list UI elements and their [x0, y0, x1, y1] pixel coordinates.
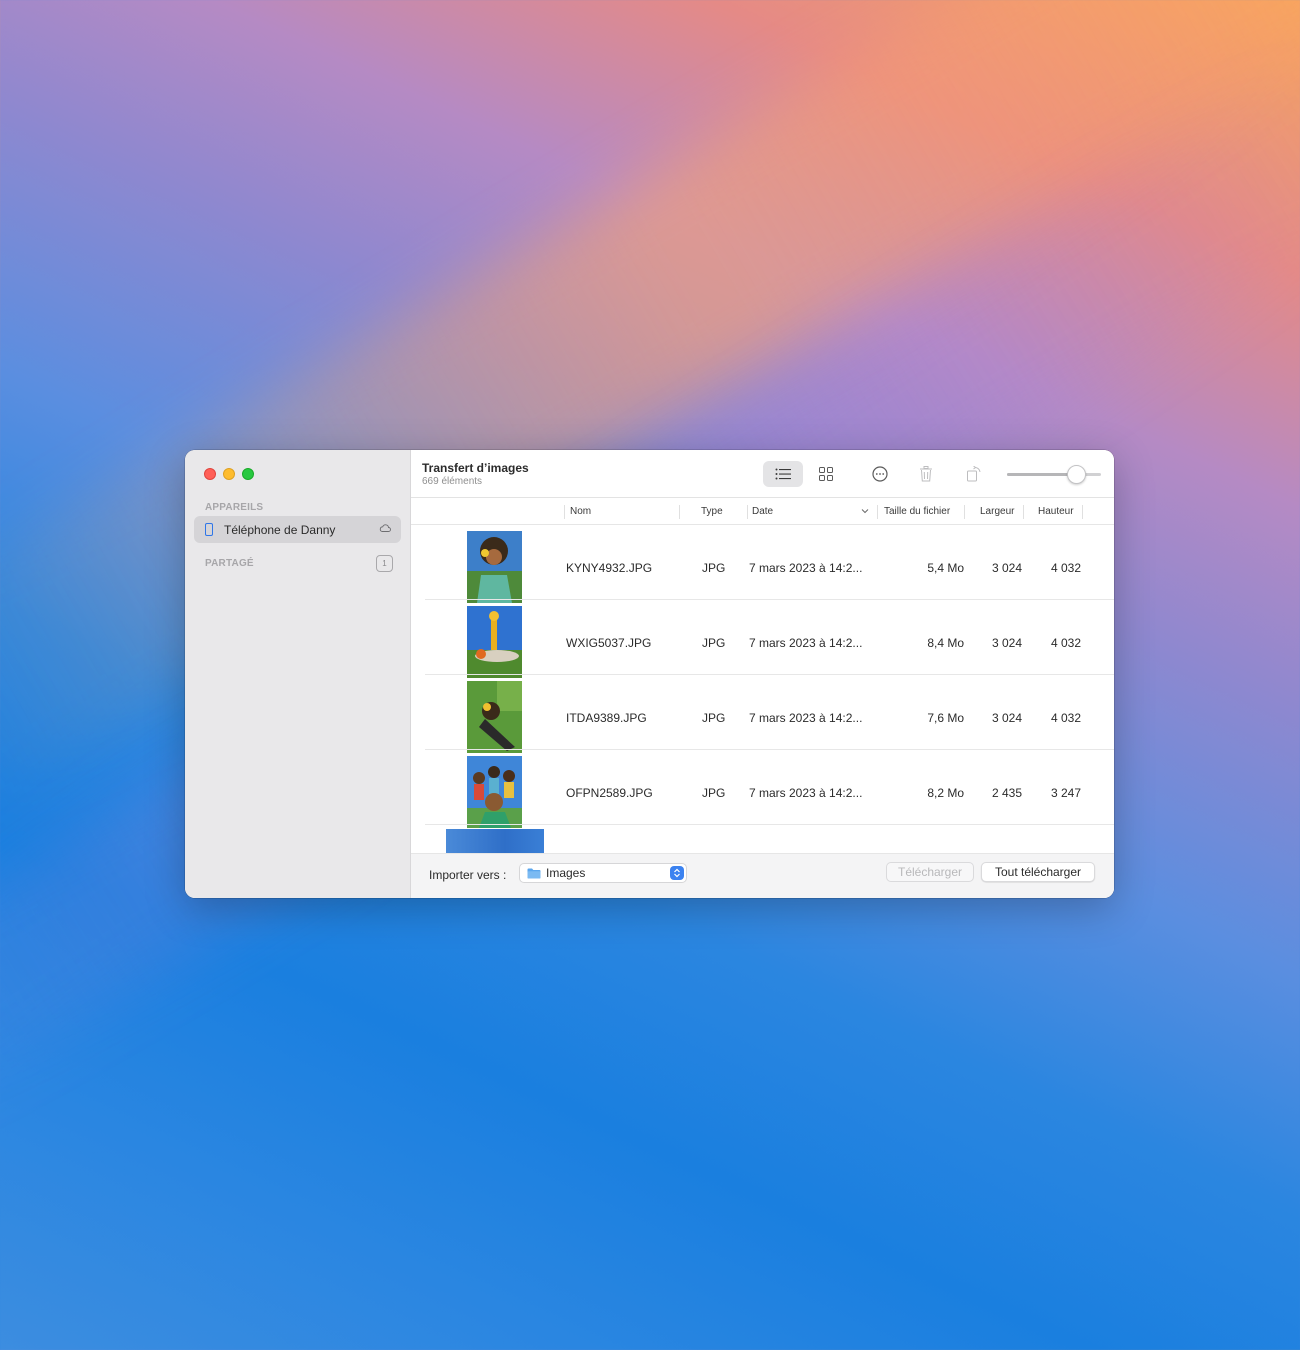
column-separator — [747, 505, 748, 519]
image-height: 4 032 — [1050, 636, 1081, 650]
toolbar: Transfert d’images 669 éléments — [411, 450, 1114, 498]
file-size: 5,4 Mo — [927, 561, 964, 575]
list-icon — [775, 468, 791, 480]
column-separator — [1023, 505, 1024, 519]
image-width: 3 024 — [991, 561, 1022, 575]
image-width: 3 024 — [991, 636, 1022, 650]
file-type: JPG — [702, 561, 726, 575]
file-type: JPG — [702, 786, 726, 800]
import-bar: Importer vers : Images Télécharger Tout … — [411, 853, 1114, 898]
table-row[interactable]: OFPN2589.JPG JPG 7 mars 2023 à 14:2... 8… — [411, 750, 1114, 828]
download-button[interactable]: Télécharger — [886, 862, 974, 882]
file-date: 7 mars 2023 à 14:2... — [749, 561, 863, 575]
list-view-button[interactable] — [763, 461, 803, 487]
zoom-button[interactable] — [242, 468, 254, 480]
grid-icon — [819, 467, 833, 481]
column-header-height[interactable]: Hauteur — [1038, 506, 1074, 517]
cloud-icon — [379, 524, 391, 532]
file-date: 7 mars 2023 à 14:2... — [749, 636, 863, 650]
table-row[interactable]: WXIG5037.JPG JPG 7 mars 2023 à 14:2... 8… — [411, 600, 1114, 678]
image-height: 4 032 — [1050, 711, 1081, 725]
slider-thumb[interactable] — [1067, 465, 1087, 484]
photo-thumbnail[interactable] — [467, 531, 522, 603]
file-size: 8,4 Mo — [927, 636, 964, 650]
column-separator — [877, 505, 878, 519]
table-header: Nom Type Date Taille du fichier Largeur … — [411, 499, 1114, 525]
chevron-down-icon — [861, 509, 869, 514]
device-name: Téléphone de Danny — [224, 522, 336, 537]
minimize-button[interactable] — [223, 468, 235, 480]
file-name: ITDA9389.JPG — [566, 711, 647, 725]
devices-section-header: APPAREILS — [205, 502, 264, 513]
row-divider — [425, 824, 1114, 825]
file-size: 7,6 Mo — [927, 711, 964, 725]
image-width: 3 024 — [991, 711, 1022, 725]
column-header-name[interactable]: Nom — [570, 506, 591, 517]
rotate-button[interactable] — [961, 461, 987, 487]
folder-icon — [527, 868, 541, 878]
image-height: 4 032 — [1050, 561, 1081, 575]
file-type: JPG — [702, 711, 726, 725]
file-name: WXIG5037.JPG — [566, 636, 652, 650]
window-controls — [204, 468, 254, 480]
shared-count-badge[interactable]: 1 — [376, 555, 393, 572]
rotate-icon — [967, 466, 981, 482]
column-separator — [1082, 505, 1083, 519]
column-header-type[interactable]: Type — [701, 506, 723, 517]
table-row[interactable]: ITDA9389.JPG JPG 7 mars 2023 à 14:2... 7… — [411, 675, 1114, 753]
item-count: 669 éléments — [422, 476, 483, 487]
column-header-width[interactable]: Largeur — [980, 506, 1014, 517]
more-button[interactable] — [867, 461, 893, 487]
table-row[interactable]: KYNY4932.JPG JPG 7 mars 2023 à 14:2... 5… — [411, 525, 1114, 603]
sidebar: APPAREILS Téléphone de Danny PARTAGÉ 1 — [185, 450, 411, 898]
file-date: 7 mars 2023 à 14:2... — [749, 786, 863, 800]
sidebar-item-device[interactable]: Téléphone de Danny — [194, 516, 401, 543]
phone-icon — [205, 523, 213, 536]
ellipsis-circle-icon — [872, 466, 888, 482]
file-name: OFPN2589.JPG — [566, 786, 653, 800]
delete-button[interactable] — [913, 461, 939, 487]
photo-thumbnail[interactable] — [467, 606, 522, 678]
photo-thumbnail[interactable] — [446, 829, 544, 853]
image-width: 2 435 — [991, 786, 1022, 800]
thumbnail-size-slider[interactable] — [1007, 465, 1101, 484]
file-name: KYNY4932.JPG — [566, 561, 653, 575]
image-capture-window: APPAREILS Téléphone de Danny PARTAGÉ 1 T… — [185, 450, 1114, 898]
download-all-button[interactable]: Tout télécharger — [981, 862, 1095, 882]
column-separator — [564, 505, 565, 519]
trash-icon — [920, 466, 932, 482]
destination-value: Images — [546, 866, 586, 880]
column-separator — [679, 505, 680, 519]
photo-thumbnail[interactable] — [467, 681, 522, 753]
destination-select[interactable]: Images — [519, 863, 687, 883]
column-separator — [964, 505, 965, 519]
image-height: 3 247 — [1050, 786, 1081, 800]
file-type: JPG — [702, 636, 726, 650]
photo-thumbnail[interactable] — [467, 756, 522, 828]
photo-table: KYNY4932.JPG JPG 7 mars 2023 à 14:2... 5… — [411, 525, 1114, 828]
column-header-date[interactable]: Date — [752, 506, 773, 517]
close-button[interactable] — [204, 468, 216, 480]
chevron-updown-icon — [670, 866, 684, 880]
shared-section-header: PARTAGÉ — [205, 558, 254, 569]
window-title: Transfert d’images — [422, 461, 529, 475]
file-size: 8,2 Mo — [927, 786, 964, 800]
grid-view-button[interactable] — [813, 461, 839, 487]
file-date: 7 mars 2023 à 14:2... — [749, 711, 863, 725]
import-to-label: Importer vers : — [429, 868, 507, 882]
column-header-size[interactable]: Taille du fichier — [884, 506, 950, 517]
main-content: Transfert d’images 669 éléments Nom Type… — [411, 450, 1114, 898]
